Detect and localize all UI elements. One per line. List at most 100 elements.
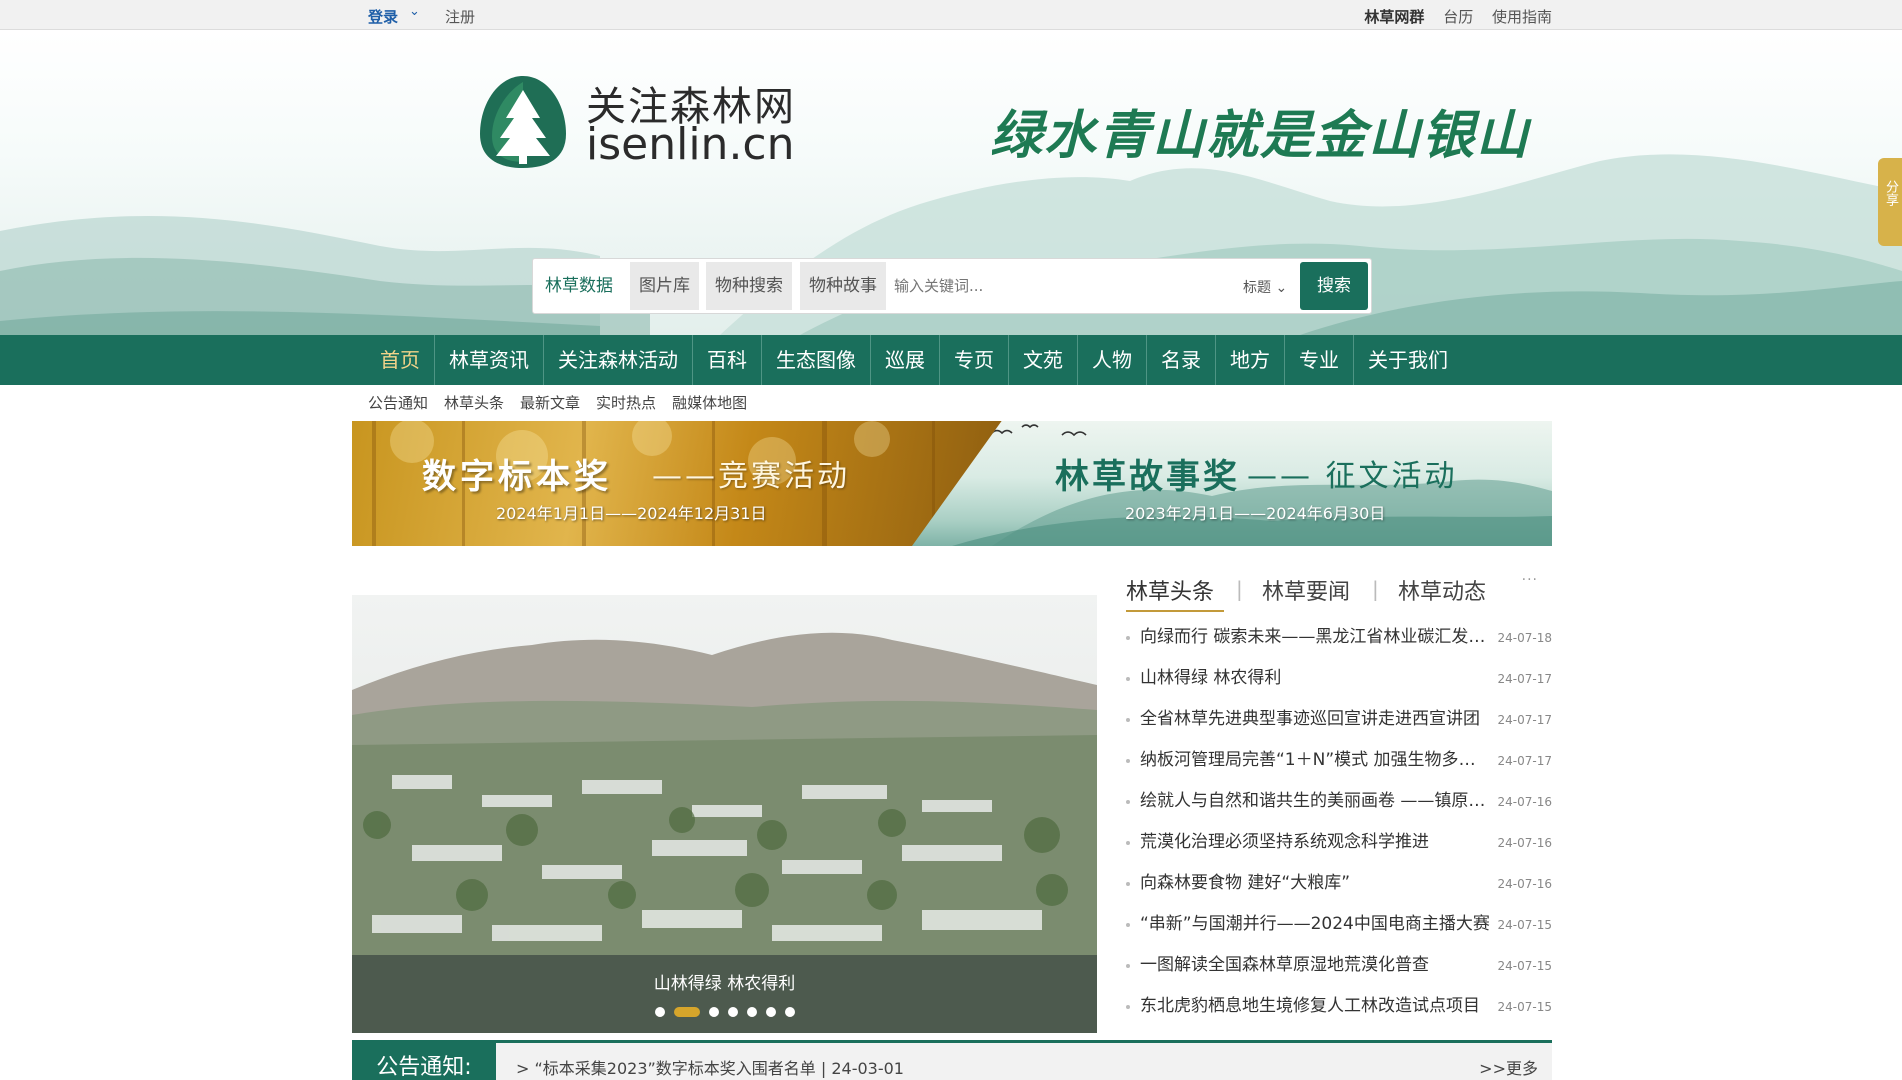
list-item[interactable]: 绘就人与自然和谐共生的美丽画卷 ——镇原县生态建设 24-07-16 <box>1126 786 1552 827</box>
subnav-media-map[interactable]: 融媒体地图 <box>672 392 747 416</box>
news-title[interactable]: 全省林草先进典型事迹巡回宣讲走进西宣讲团 <box>1140 704 1490 734</box>
tab-divider: | <box>1372 577 1379 601</box>
active-tab-underline <box>1126 610 1224 612</box>
sub-nav: 公告通知 林草头条 最新文章 实时热点 融媒体地图 <box>368 392 763 416</box>
nav-item-home[interactable]: 首页 <box>366 335 434 385</box>
banner-left-title: 数字标本奖 <box>422 457 612 497</box>
photo-slider[interactable]: 山林得绿 林农得利 <box>352 595 1097 1033</box>
bullet-icon <box>1126 718 1130 722</box>
news-title[interactable]: 纳板河管理局完善“1＋N”模式 加强生物多样性保护 <box>1140 745 1490 775</box>
login-link[interactable]: 登录 <box>368 6 398 27</box>
list-item[interactable]: “串新”与国潮并行——2024中国电商主播大赛 24-07-15 <box>1126 909 1552 950</box>
search-tab-stories[interactable]: 物种故事 <box>800 262 886 310</box>
news-panel: 林草头条 | 林草要闻 | 林草动态 ··· 向绿而行 碳索未来——黑龙江省林业… <box>1126 566 1552 1036</box>
site-header: 关注森林网 isenlin.cn 绿水青山就是金山银山 林草数据 图片库 物种搜… <box>0 31 1902 335</box>
slider-dot[interactable] <box>654 1007 665 1017</box>
slider-caption-bar: 山林得绿 林农得利 <box>352 955 1097 1033</box>
slider-dot[interactable] <box>708 1007 719 1017</box>
slider-dot[interactable] <box>746 1007 757 1017</box>
nav-item-about[interactable]: 关于我们 <box>1353 335 1462 385</box>
top-link-guide[interactable]: 使用指南 <box>1492 8 1552 26</box>
list-item[interactable]: 全省林草先进典型事迹巡回宣讲走进西宣讲团 24-07-17 <box>1126 704 1552 745</box>
subnav-hot[interactable]: 实时热点 <box>596 392 656 416</box>
news-date: 24-07-15 <box>1497 918 1552 932</box>
news-tabs: 林草头条 | 林草要闻 | 林草动态 ··· <box>1126 566 1552 612</box>
search-field-label: 标题 <box>1243 280 1271 296</box>
bullet-icon <box>1126 800 1130 804</box>
register-link[interactable]: 注册 <box>445 6 475 27</box>
bullet-icon <box>1126 759 1130 763</box>
news-date: 24-07-16 <box>1497 877 1552 891</box>
subnav-notices[interactable]: 公告通知 <box>368 392 428 416</box>
bullet-icon <box>1126 923 1130 927</box>
main-nav-items: 首页 林草资讯 关注森林活动 百科 生态图像 巡展 专页 文苑 人物 名录 地方… <box>366 335 1462 385</box>
bullet-icon <box>1126 677 1130 681</box>
subnav-latest[interactable]: 最新文章 <box>520 392 580 416</box>
search-button[interactable]: 搜索 <box>1300 262 1368 310</box>
banner-right-subtitle: —— 征文活动 <box>1247 459 1458 494</box>
slider-dot[interactable] <box>727 1007 738 1017</box>
notice-more-link[interactable]: >>更多 <box>1479 1055 1538 1079</box>
notice-item[interactable]: > “标本采集2023”数字标本奖入围者名单 | 24-03-01 <box>516 1055 904 1079</box>
nav-item-directory[interactable]: 名录 <box>1146 335 1215 385</box>
news-title[interactable]: 山林得绿 林农得利 <box>1140 663 1490 693</box>
tab-divider: | <box>1236 577 1243 601</box>
nav-item-special[interactable]: 专页 <box>939 335 1008 385</box>
search-input[interactable] <box>894 262 1224 310</box>
news-title[interactable]: 一图解读全国森林草原湿地荒漠化普查 <box>1140 950 1490 980</box>
list-item[interactable]: 一图解读全国森林草原湿地荒漠化普查 24-07-15 <box>1126 950 1552 991</box>
top-utility-inner: 登录 ⌄ 注册 林草网群 台历 使用指南 <box>352 0 1552 30</box>
news-date: 24-07-17 <box>1497 754 1552 768</box>
slider-caption[interactable]: 山林得绿 林农得利 <box>352 969 1097 994</box>
nav-item-news[interactable]: 林草资讯 <box>434 335 543 385</box>
news-title[interactable]: “串新”与国潮并行——2024中国电商主播大赛 <box>1140 909 1490 939</box>
list-item[interactable]: 东北虎豹栖息地生境修复人工林改造试点项目 24-07-15 <box>1126 991 1552 1032</box>
news-title[interactable]: 绘就人与自然和谐共生的美丽画卷 ——镇原县生态建设 <box>1140 786 1490 816</box>
news-more-link[interactable]: ··· <box>1522 572 1538 588</box>
news-title[interactable]: 向森林要食物 建好“大粮库” <box>1140 868 1490 898</box>
search-tab-species[interactable]: 物种搜索 <box>706 262 792 310</box>
list-item[interactable]: 荒漠化治理必须坚持系统观念科学推进 24-07-16 <box>1126 827 1552 868</box>
nav-item-eco-images[interactable]: 生态图像 <box>761 335 870 385</box>
news-tab-major[interactable]: 林草要闻 <box>1262 574 1350 606</box>
news-date: 24-07-16 <box>1497 836 1552 850</box>
bullet-icon <box>1126 841 1130 845</box>
search-tab-images[interactable]: 图片库 <box>630 262 699 310</box>
list-item[interactable]: 山林得绿 林农得利 24-07-17 <box>1126 663 1552 704</box>
slider-dot[interactable] <box>784 1007 795 1017</box>
news-tab-updates[interactable]: 林草动态 <box>1398 574 1486 606</box>
top-link-calendar[interactable]: 台历 <box>1443 8 1473 26</box>
search-tab-data[interactable]: 林草数据 <box>536 262 622 310</box>
nav-item-professional[interactable]: 专业 <box>1284 335 1353 385</box>
top-right-links: 林草网群 台历 使用指南 <box>1350 6 1552 27</box>
nav-item-exhibition[interactable]: 巡展 <box>870 335 939 385</box>
news-date: 24-07-18 <box>1497 631 1552 645</box>
news-title[interactable]: 向绿而行 碳索未来——黑龙江省林业碳汇发展纪实 <box>1140 622 1490 652</box>
event-banner[interactable]: 数字标本奖 ——竞赛活动 2024年1月1日——2024年12月31日 林草故事… <box>352 421 1552 546</box>
share-tab[interactable]: 分享 <box>1878 158 1902 246</box>
news-list: 向绿而行 碳索未来——黑龙江省林业碳汇发展纪实 24-07-18 山林得绿 林农得… <box>1126 622 1552 1032</box>
main-nav: 首页 林草资讯 关注森林活动 百科 生态图像 巡展 专页 文苑 人物 名录 地方… <box>0 335 1902 385</box>
news-tab-headlines[interactable]: 林草头条 <box>1126 574 1214 606</box>
nav-item-encyclopedia[interactable]: 百科 <box>692 335 761 385</box>
nav-item-people[interactable]: 人物 <box>1077 335 1146 385</box>
top-link-network[interactable]: 林草网群 <box>1364 8 1424 26</box>
nav-item-literature[interactable]: 文苑 <box>1008 335 1077 385</box>
site-logo[interactable]: 关注森林网 isenlin.cn <box>478 74 798 174</box>
tree-logo-icon <box>480 76 566 168</box>
banner-right-dates: 2023年2月1日——2024年6月30日 <box>1125 504 1386 523</box>
list-item[interactable]: 纳板河管理局完善“1＋N”模式 加强生物多样性保护 24-07-17 <box>1126 745 1552 786</box>
list-item[interactable]: 向森林要食物 建好“大粮库” 24-07-16 <box>1126 868 1552 909</box>
news-title[interactable]: 东北虎豹栖息地生境修复人工林改造试点项目 <box>1140 991 1490 1021</box>
top-utility-bar: 登录 ⌄ 注册 林草网群 台历 使用指南 <box>0 0 1902 30</box>
search-field-select[interactable]: 标题 ⌄ <box>1243 277 1287 297</box>
nav-item-local[interactable]: 地方 <box>1215 335 1284 385</box>
nav-item-activities[interactable]: 关注森林活动 <box>543 335 692 385</box>
slider-dot[interactable] <box>765 1007 776 1017</box>
news-title[interactable]: 荒漠化治理必须坚持系统观念科学推进 <box>1140 827 1490 857</box>
chevron-down-icon[interactable]: ⌄ <box>409 4 420 19</box>
list-item[interactable]: 向绿而行 碳索未来——黑龙江省林业碳汇发展纪实 24-07-18 <box>1126 622 1552 663</box>
slider-dot-active[interactable] <box>673 1007 700 1017</box>
bullet-icon <box>1126 964 1130 968</box>
subnav-headlines[interactable]: 林草头条 <box>444 392 504 416</box>
